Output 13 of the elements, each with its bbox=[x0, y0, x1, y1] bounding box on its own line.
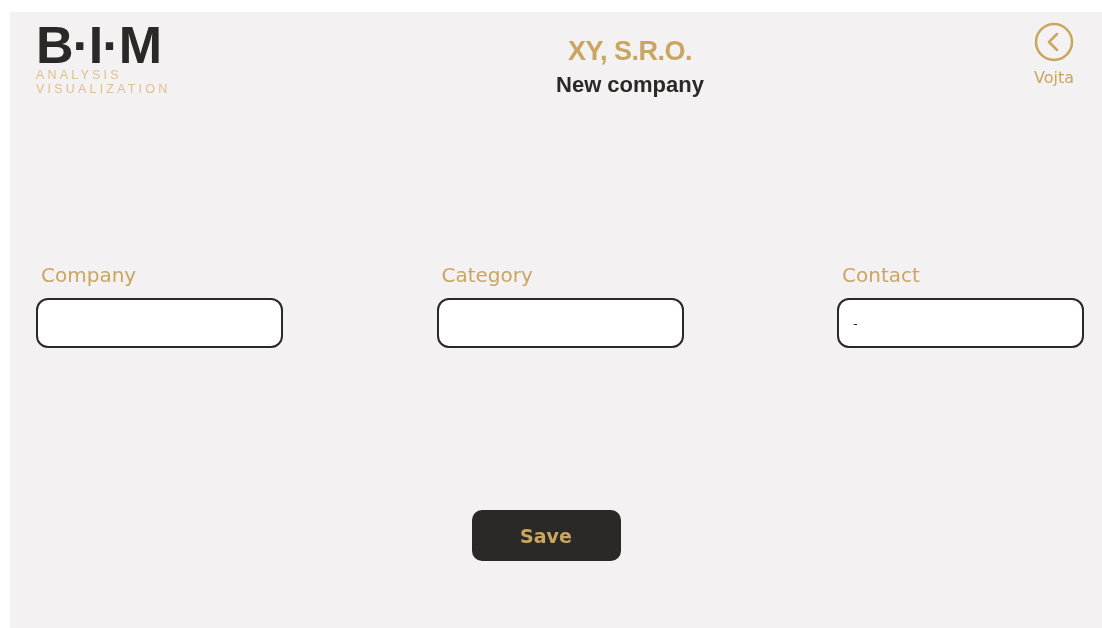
field-label: Company bbox=[40, 262, 138, 288]
page-title: New company bbox=[556, 71, 704, 99]
input-field[interactable] bbox=[436, 298, 684, 348]
field-label: Contact bbox=[841, 262, 921, 288]
save-button[interactable]: Save bbox=[471, 510, 621, 561]
logo-tagline: VISUALIZATION bbox=[36, 82, 172, 96]
input-field[interactable] bbox=[36, 298, 283, 348]
logo-mark: B·I·M bbox=[36, 22, 162, 68]
company-name: XY, S.R.O. bbox=[567, 35, 692, 68]
input-field[interactable]: - bbox=[837, 298, 1084, 348]
field-label: Category bbox=[440, 262, 534, 288]
logo-tagline: ANALYSIS bbox=[36, 68, 123, 82]
user-name: Vojta bbox=[1033, 68, 1074, 87]
